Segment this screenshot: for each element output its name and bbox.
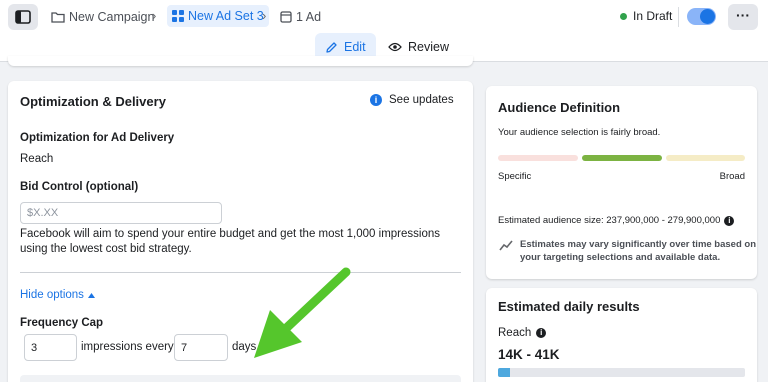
chevron-right-icon: › (262, 8, 267, 23)
sidebar-toggle-icon (15, 10, 31, 24)
eye-icon (388, 42, 402, 52)
chevron-right-icon: › (152, 8, 157, 23)
toggle-knob (700, 9, 715, 24)
hide-options-label: Hide options (20, 289, 84, 301)
breadcrumb-ad[interactable]: 1 Ad (280, 7, 321, 27)
status-badge: In Draft (620, 9, 672, 23)
more-icon: ··· (736, 7, 750, 23)
see-updates-link[interactable]: i See updates (370, 94, 454, 106)
reach-bar-fill (498, 368, 511, 377)
breadcrumb-adset-label: New Ad Set 3 (188, 9, 264, 23)
sidebar-toggle-button[interactable] (8, 4, 38, 30)
hide-options-link[interactable]: Hide options (20, 289, 95, 301)
annotation-arrow-icon (254, 267, 351, 358)
bid-amount-input[interactable] (20, 202, 222, 224)
estimate-title: Estimated daily results (498, 299, 640, 314)
ad-icon (280, 11, 292, 23)
folder-icon (51, 11, 65, 23)
audience-size: Estimated audience size: 237,900,000 - 2… (498, 215, 735, 226)
frequency-cap-label: Frequency Cap (20, 317, 104, 329)
previous-section-card (8, 56, 473, 66)
tab-edit-label: Edit (344, 40, 366, 54)
breadcrumb-ad-label: 1 Ad (296, 10, 322, 24)
audience-description: Your audience selection is fairly broad. (498, 127, 661, 138)
breadcrumb-campaign[interactable]: New Campaign (51, 7, 154, 27)
audience-meter-specific (498, 155, 578, 161)
specific-label: Specific (498, 171, 532, 182)
bid-help-text-line2: using the lowest cost bid strategy. (20, 243, 192, 255)
reach-bar (498, 368, 745, 377)
campaign-toggle[interactable] (687, 8, 716, 25)
status-dot-icon (620, 12, 627, 20)
reach-label: Reach (498, 327, 532, 339)
more-options-button[interactable]: ··· (728, 4, 758, 30)
section-title: Optimization & Delivery (20, 94, 166, 109)
audience-meter-broad (666, 155, 745, 161)
ad-delivery-label: Optimization for Ad Delivery (20, 132, 175, 144)
info-icon: i (370, 94, 382, 106)
bid-help-text-line1: Facebook will aim to spend your entire b… (20, 228, 440, 240)
breadcrumb-adset[interactable]: New Ad Set 3 (167, 5, 269, 27)
optimization-delivery-card: Optimization & Delivery i See updates Op… (8, 81, 473, 382)
trend-icon (499, 240, 513, 251)
audience-title: Audience Definition (498, 100, 621, 115)
impressions-every-text: impressions every (81, 341, 174, 353)
reach-row: Reach i (498, 327, 547, 339)
days-count-input[interactable] (174, 334, 228, 361)
divider (678, 7, 679, 27)
ad-delivery-value[interactable]: Reach (20, 153, 53, 165)
tab-review-label: Review (408, 40, 449, 54)
grid-icon (172, 10, 184, 22)
see-updates-label: See updates (389, 94, 454, 106)
top-bar: New Campaign › New Ad Set 3 › 1 Ad In Dr… (0, 0, 768, 62)
info-icon[interactable]: i (536, 328, 547, 338)
reach-value: 14K - 41K (498, 347, 560, 362)
bid-control-label: Bid Control (optional) (20, 181, 139, 193)
status-label: In Draft (633, 9, 673, 23)
next-setting-row (20, 375, 461, 382)
audience-definition-card: Audience Definition Your audience select… (486, 86, 757, 279)
audience-size-text: Estimated audience size: 237,900,000 - 2… (498, 215, 721, 226)
breadcrumb-campaign-label: New Campaign (69, 10, 155, 24)
estimate-note-line1: Estimates may vary significantly over ti… (520, 239, 757, 250)
section-divider (20, 272, 461, 273)
caret-up-icon (87, 292, 95, 298)
broad-label: Broad (719, 171, 745, 182)
impressions-count-input[interactable] (24, 334, 77, 361)
info-icon[interactable]: i (724, 215, 735, 226)
pencil-icon (325, 41, 338, 54)
estimated-daily-results-card: Estimated daily results Reach i 14K - 41… (486, 288, 757, 382)
estimate-note-line2: your targeting selections and available … (520, 252, 721, 263)
audience-meter-current (582, 155, 662, 161)
